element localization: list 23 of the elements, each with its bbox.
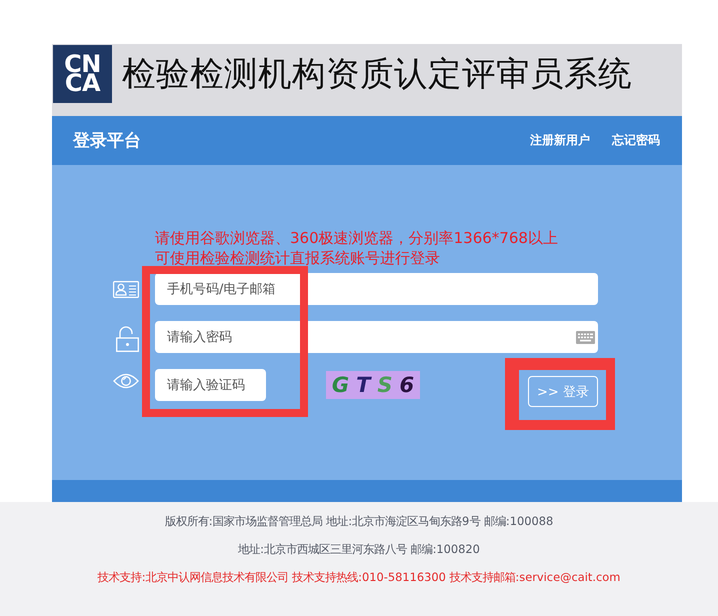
captcha-character: 6 bbox=[398, 372, 416, 398]
footer-info-text: 版权所有:国家市场监督管理总局 地址:北京市海淀区马甸东路9号 邮编:100088 bbox=[164, 513, 554, 530]
unlocked-padlock-icon bbox=[116, 326, 139, 352]
captcha-character: S bbox=[376, 372, 394, 398]
eye-icon bbox=[113, 372, 139, 390]
notice-text: 请使用谷歌浏览器、360极速浏览器，分别率1366*768以上 bbox=[155, 228, 558, 248]
notice-text: 可使用检验检测统计直报系统账号进行登录 bbox=[155, 248, 440, 268]
footer-info-text: 地址:北京市西城区三里河东路八号 邮编:100820 bbox=[237, 541, 481, 558]
support-contact-text: 技术支持:北京中认网信息技术有限公司 技术支持热线:010-58116300 技术支持邮箱:service@cait.com bbox=[96, 569, 622, 586]
login-platform-title: 登录平台 bbox=[73, 130, 141, 152]
nav-link[interactable]: 注册新用户 bbox=[530, 132, 590, 149]
captcha-image[interactable]: G T S 6 bbox=[326, 371, 420, 399]
captcha-field[interactable]: 请输入验证码 bbox=[155, 369, 266, 401]
user-card-icon bbox=[113, 280, 139, 298]
account-field[interactable]: 手机号码/电子邮箱 bbox=[155, 273, 598, 305]
captcha-character: G bbox=[330, 372, 350, 398]
keyboard-icon[interactable] bbox=[576, 331, 595, 344]
nav-link[interactable]: 忘记密码 bbox=[612, 132, 660, 149]
logo: CN CA bbox=[53, 45, 112, 103]
system-title: 检验检测机构资质认定评审员系统 bbox=[122, 53, 632, 95]
password-field[interactable]: 请输入密码 bbox=[155, 321, 598, 353]
captcha-character: T bbox=[355, 372, 372, 398]
login-button[interactable]: >> 登录 bbox=[528, 376, 598, 407]
